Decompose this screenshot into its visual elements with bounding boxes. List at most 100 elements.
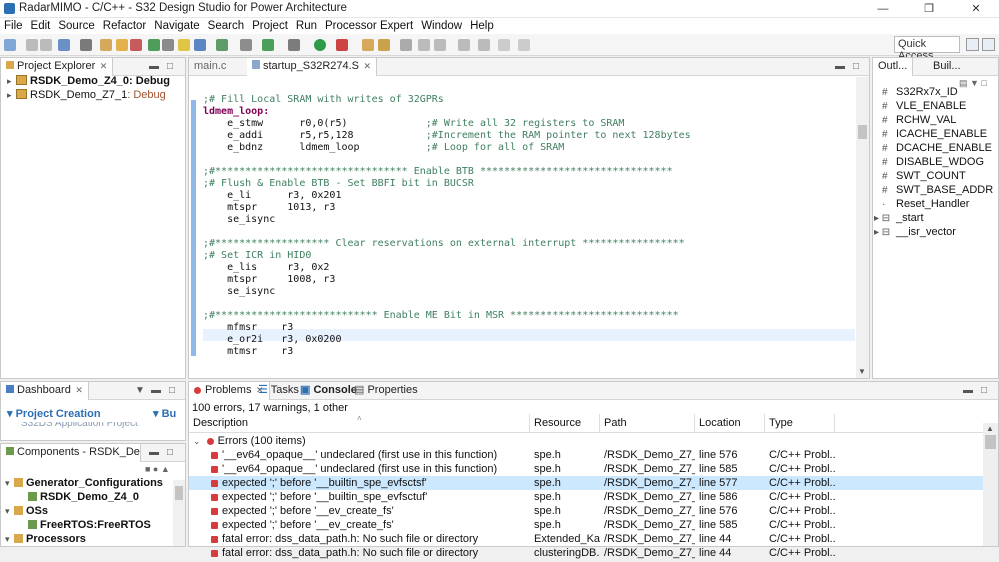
column-path[interactable]: Path bbox=[600, 414, 695, 433]
maximize-icon[interactable]: □ bbox=[853, 61, 859, 72]
annotation-icon[interactable] bbox=[434, 39, 446, 51]
peripheral-icon[interactable] bbox=[194, 39, 206, 51]
component-item[interactable]: RSDK_Demo_Z4_0 bbox=[19, 491, 139, 503]
expand-arrow-icon[interactable]: ▾ bbox=[5, 534, 14, 545]
outline-item[interactable]: # DISABLE_WDOG bbox=[882, 156, 984, 168]
chevron-up-icon[interactable]: ▲ bbox=[986, 424, 994, 433]
tools-icon[interactable] bbox=[240, 39, 252, 51]
code-line[interactable]: ;#*************************** Enable ME … bbox=[203, 310, 679, 322]
dashboard-build-section[interactable]: ▾ Bu bbox=[153, 407, 176, 420]
table-row[interactable]: fatal error: dss_data_path.h: No such fi… bbox=[189, 532, 985, 546]
outline-item[interactable]: ▸ ⊟ __isr_vector bbox=[874, 226, 956, 238]
folder-icon[interactable] bbox=[100, 39, 112, 51]
tab-main-c[interactable]: main.c bbox=[189, 58, 231, 76]
close-button[interactable]: ✕ bbox=[953, 0, 999, 18]
menu-edit[interactable]: Edit bbox=[27, 18, 55, 34]
cpp-perspective-icon[interactable] bbox=[982, 38, 995, 51]
next-annotation-icon[interactable] bbox=[458, 39, 470, 51]
chevron-down-icon[interactable]: ▼ bbox=[858, 367, 866, 376]
components-scrollbar[interactable] bbox=[173, 480, 185, 546]
menu-project[interactable]: Project bbox=[248, 18, 292, 34]
outline-item[interactable]: # DCACHE_ENABLE bbox=[882, 142, 992, 154]
code-line[interactable]: mtmsr r3 bbox=[203, 346, 293, 358]
maximize-icon[interactable]: □ bbox=[981, 385, 987, 396]
outline-item[interactable]: # S32Rx7x_ID bbox=[882, 86, 958, 98]
outline-item[interactable]: # SWT_COUNT bbox=[882, 170, 966, 182]
view-menu-icon[interactable]: ▼ bbox=[135, 385, 145, 396]
column-location[interactable]: Location bbox=[695, 414, 765, 433]
maximize-icon[interactable]: □ bbox=[167, 447, 173, 458]
code-line[interactable]: ;#******************************** Enabl… bbox=[203, 166, 673, 178]
connect-icon[interactable] bbox=[216, 39, 228, 51]
column-resource[interactable]: Resource bbox=[530, 414, 600, 433]
code-line[interactable]: ;#******************* Clear reservations… bbox=[203, 238, 685, 250]
outline-item[interactable]: # SWT_BASE_ADDR bbox=[882, 184, 993, 196]
save-icon[interactable] bbox=[26, 39, 38, 51]
table-row[interactable]: expected ';' before '__builtin_spe_evfsc… bbox=[189, 490, 985, 504]
bug-icon[interactable] bbox=[288, 39, 300, 51]
menu-window[interactable]: Window bbox=[417, 18, 466, 34]
component-icon[interactable] bbox=[148, 39, 160, 51]
pin-icon[interactable] bbox=[418, 39, 430, 51]
debug-config-icon[interactable] bbox=[130, 39, 142, 51]
new-project-icon[interactable] bbox=[116, 39, 128, 51]
outline-item[interactable]: · Reset_Handler bbox=[882, 198, 969, 210]
outline-item[interactable]: ▸ ⊟ _start bbox=[874, 212, 924, 224]
component-item[interactable]: ▾ Processors bbox=[5, 533, 86, 545]
menu-file[interactable]: File bbox=[0, 18, 27, 34]
table-row[interactable]: '__ev64_opaque__' undeclared (first use … bbox=[189, 448, 985, 462]
expand-arrow-icon[interactable]: ▸ bbox=[7, 90, 16, 101]
component-item[interactable]: ▾ OSs bbox=[5, 505, 48, 517]
code-line[interactable]: mfmsr r3 bbox=[203, 322, 293, 334]
close-icon[interactable]: ✕ bbox=[97, 61, 108, 71]
menu-search[interactable]: Search bbox=[204, 18, 248, 34]
toggle-mark-icon[interactable] bbox=[400, 39, 412, 51]
tab-build-targets[interactable]: Buil... bbox=[928, 58, 966, 76]
save-all-icon[interactable] bbox=[40, 39, 52, 51]
editor-scrollbar[interactable]: ▼ bbox=[856, 77, 869, 378]
tab-startup-s[interactable]: startup_S32R274.S ✕ bbox=[247, 58, 378, 76]
code-line[interactable]: se_isync bbox=[203, 286, 275, 298]
open-perspective-icon[interactable] bbox=[966, 38, 979, 51]
tab-outline[interactable]: Outl... bbox=[873, 58, 914, 76]
table-row[interactable]: '__ev64_opaque__' undeclared (first use … bbox=[189, 462, 985, 476]
maximize-icon[interactable]: □ bbox=[169, 385, 175, 396]
tree-item-project-z7[interactable]: ▸ RSDK_Demo_Z7_1: Debug bbox=[7, 89, 166, 101]
code-line[interactable]: e_stmw r0,0(r5) ;# Write all 32 register… bbox=[203, 118, 624, 130]
tab-components[interactable]: Components - RSDK_Dem... bbox=[1, 444, 141, 462]
menu-navigate[interactable]: Navigate bbox=[150, 18, 203, 34]
table-row[interactable]: expected ';' before '__builtin_spe_evfsc… bbox=[189, 476, 985, 490]
expand-arrow-icon[interactable]: ▾ bbox=[5, 506, 14, 517]
search-icon[interactable] bbox=[378, 39, 390, 51]
component-item[interactable]: ▾ Generator_Configurations bbox=[5, 477, 163, 489]
code-line[interactable]: mtspr 1008, r3 bbox=[203, 274, 335, 286]
scroll-thumb[interactable] bbox=[858, 125, 867, 139]
external-tools-icon[interactable] bbox=[336, 39, 348, 51]
minimize-icon[interactable]: ▬ bbox=[149, 61, 159, 72]
code-line[interactable]: se_isync bbox=[203, 214, 275, 226]
minimize-icon[interactable]: ▬ bbox=[963, 385, 973, 396]
code-area[interactable]: ;# Fill Local SRAM with writes of 32GPRs… bbox=[203, 77, 855, 378]
menu-run[interactable]: Run bbox=[292, 18, 321, 34]
minimize-button[interactable]: — bbox=[860, 0, 906, 18]
forward-icon[interactable] bbox=[518, 39, 530, 51]
code-line[interactable]: e_li r3, 0x201 bbox=[203, 190, 341, 202]
minimize-icon[interactable]: ▬ bbox=[149, 447, 159, 458]
menu-refactor[interactable]: Refactor bbox=[99, 18, 150, 34]
dashboard-project-creation[interactable]: ▾ Project Creation bbox=[7, 407, 101, 420]
minimize-icon[interactable]: ▬ bbox=[151, 385, 161, 396]
table-row[interactable]: expected ';' before '__ev_create_fs' spe.… bbox=[189, 518, 985, 532]
hammer-icon[interactable] bbox=[80, 39, 92, 51]
code-line[interactable]: mtspr 1013, r3 bbox=[203, 202, 335, 214]
column-description[interactable]: Description ˄ bbox=[189, 414, 530, 433]
minimize-icon[interactable]: ▬ bbox=[835, 61, 845, 72]
code-line[interactable]: ;# Set ICR in HID0 bbox=[203, 250, 311, 262]
tree-item-project-z4[interactable]: ▸ RSDK_Demo_Z4_0: Debug bbox=[7, 75, 170, 87]
scroll-thumb[interactable] bbox=[985, 435, 996, 449]
close-icon[interactable]: ✕ bbox=[361, 61, 372, 71]
open-type-icon[interactable] bbox=[362, 39, 374, 51]
new-icon[interactable] bbox=[4, 39, 16, 51]
expand-arrow-icon[interactable]: ▸ bbox=[7, 76, 16, 87]
outline-item[interactable]: # VLE_ENABLE bbox=[882, 100, 966, 112]
tab-dashboard[interactable]: Dashboard ✕ bbox=[1, 382, 89, 400]
